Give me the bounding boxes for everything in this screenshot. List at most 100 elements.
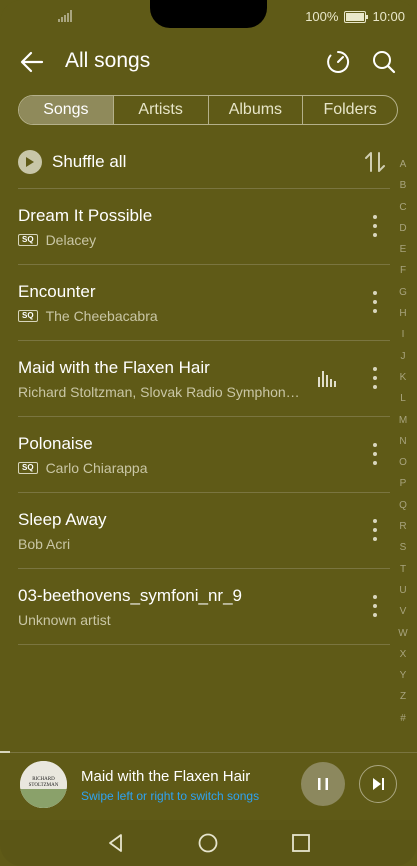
alphabet-index-letter[interactable]: P (400, 473, 407, 494)
more-options-icon[interactable] (372, 367, 378, 389)
alphabet-index-letter[interactable]: G (399, 282, 407, 303)
status-right: 100% 10:00 (305, 9, 405, 24)
alphabet-index-letter[interactable]: # (400, 708, 406, 729)
alphabet-index-letter[interactable]: Q (399, 495, 407, 516)
more-options-icon[interactable] (372, 443, 378, 465)
cover-text-2: STOLTZMAN (29, 783, 59, 788)
alphabet-index[interactable]: A B C D E F G H I J K L M N O P Q R S T U V W X Y Z # (393, 154, 413, 729)
alphabet-index-letter[interactable]: D (399, 218, 406, 239)
alphabet-index-letter[interactable]: Z (400, 686, 406, 707)
timer-icon[interactable] (324, 48, 352, 76)
app-header: All songs (0, 40, 417, 84)
shuffle-all-button[interactable]: Shuffle all (18, 148, 126, 176)
mini-player-divider (0, 752, 417, 753)
alphabet-index-letter[interactable]: W (398, 623, 407, 644)
alphabet-index-letter[interactable]: C (399, 197, 406, 218)
song-title: Maid with the Flaxen Hair (18, 358, 210, 377)
pause-button[interactable] (301, 762, 345, 806)
tab-artists[interactable]: Artists (114, 96, 209, 124)
category-tabs: Songs Artists Albums Folders (18, 95, 398, 125)
status-bar: 100% 10:00 (0, 0, 417, 32)
cover-text-1: RICHARD (32, 777, 55, 782)
song-title: Encounter (18, 282, 96, 301)
search-icon[interactable] (370, 48, 398, 76)
song-subtitle: Richard Stoltzman, Slovak Radio Symphon… (18, 384, 314, 400)
alphabet-index-letter[interactable]: Y (400, 665, 407, 686)
skip-next-icon (373, 778, 384, 790)
song-list: Dream It Possible SQ Delacey Encounter S… (18, 188, 390, 645)
tab-albums[interactable]: Albums (209, 96, 304, 124)
sq-badge: SQ (18, 462, 38, 474)
battery-percent: 100% (305, 9, 339, 24)
sq-badge: SQ (18, 234, 38, 246)
more-options-icon[interactable] (372, 291, 378, 313)
page-title: All songs (65, 49, 151, 72)
alphabet-index-letter[interactable]: H (399, 303, 406, 324)
mini-player-title[interactable]: Maid with the Flaxen Hair (81, 768, 250, 785)
song-title: Sleep Away (18, 510, 107, 529)
song-row[interactable]: Sleep Away Bob Acri (18, 492, 390, 568)
tab-songs[interactable]: Songs (19, 96, 114, 124)
alphabet-index-letter[interactable]: J (401, 346, 406, 367)
system-navigation-bar (0, 820, 417, 866)
song-artist: Delacey (45, 232, 97, 248)
alphabet-index-letter[interactable]: K (400, 367, 407, 388)
alphabet-index-letter[interactable]: R (399, 516, 406, 537)
alphabet-index-letter[interactable]: U (399, 580, 406, 601)
nav-home-icon[interactable] (197, 832, 219, 854)
song-artist: Carlo Chiarappa (45, 460, 148, 476)
sq-badge: SQ (18, 310, 38, 322)
pause-icon (318, 778, 328, 790)
alphabet-index-letter[interactable]: B (400, 175, 407, 196)
playback-progress (0, 751, 10, 753)
alphabet-index-letter[interactable]: M (399, 410, 407, 431)
song-title: Polonaise (18, 434, 93, 453)
shuffle-all-label: Shuffle all (52, 152, 127, 171)
app-screen: 100% 10:00 All songs Songs Artists Album… (0, 0, 417, 866)
song-row[interactable]: Maid with the Flaxen Hair Richard Stoltz… (18, 340, 390, 416)
next-track-button[interactable] (359, 765, 397, 803)
alphabet-index-letter[interactable]: X (400, 644, 407, 665)
battery-icon (344, 10, 369, 23)
play-icon (18, 150, 42, 174)
alphabet-index-letter[interactable]: S (400, 537, 407, 558)
song-subtitle: SQ Delacey (18, 232, 96, 248)
song-subtitle: Unknown artist (18, 612, 111, 628)
song-row[interactable]: Encounter SQ The Cheebacabra (18, 264, 390, 340)
sort-icon[interactable] (364, 150, 386, 174)
alphabet-index-letter[interactable]: O (399, 452, 407, 473)
more-options-icon[interactable] (372, 519, 378, 541)
signal-icon (58, 10, 72, 22)
song-subtitle: SQ The Cheebacabra (18, 308, 158, 324)
alphabet-index-letter[interactable]: I (402, 324, 405, 345)
song-subtitle: SQ Carlo Chiarappa (18, 460, 148, 476)
song-row[interactable]: Polonaise SQ Carlo Chiarappa (18, 416, 390, 492)
back-arrow-icon[interactable] (18, 48, 46, 76)
more-options-icon[interactable] (372, 215, 378, 237)
song-artist: The Cheebacabra (45, 308, 158, 324)
song-row[interactable]: Dream It Possible SQ Delacey (18, 188, 390, 264)
album-cover[interactable]: RICHARD STOLTZMAN (20, 761, 67, 808)
song-title: Dream It Possible (18, 206, 153, 225)
camera-notch (150, 0, 267, 28)
song-subtitle: Bob Acri (18, 536, 70, 552)
alphabet-index-letter[interactable]: F (400, 260, 406, 281)
song-artist: Richard Stoltzman, Slovak Radio Symphon… (18, 384, 300, 400)
song-row[interactable]: 03-beethovens_symfoni_nr_9 Unknown artis… (18, 568, 390, 645)
mini-player-hint: Swipe left or right to switch songs (81, 789, 260, 803)
alphabet-index-letter[interactable]: N (399, 431, 406, 452)
song-title: 03-beethovens_symfoni_nr_9 (18, 586, 242, 605)
song-artist: Bob Acri (18, 536, 71, 552)
alphabet-index-letter[interactable]: V (400, 601, 407, 622)
tab-folders[interactable]: Folders (303, 96, 397, 124)
alphabet-index-letter[interactable]: A (400, 154, 407, 175)
now-playing-equalizer-icon (318, 371, 336, 387)
alphabet-index-letter[interactable]: T (400, 559, 406, 580)
more-options-icon[interactable] (372, 595, 378, 617)
nav-recents-icon[interactable] (290, 832, 312, 854)
nav-back-icon[interactable] (105, 832, 127, 854)
song-artist: Unknown artist (18, 612, 111, 628)
alphabet-index-letter[interactable]: L (400, 388, 406, 409)
alphabet-index-letter[interactable]: E (400, 239, 407, 260)
clock: 10:00 (372, 9, 405, 24)
